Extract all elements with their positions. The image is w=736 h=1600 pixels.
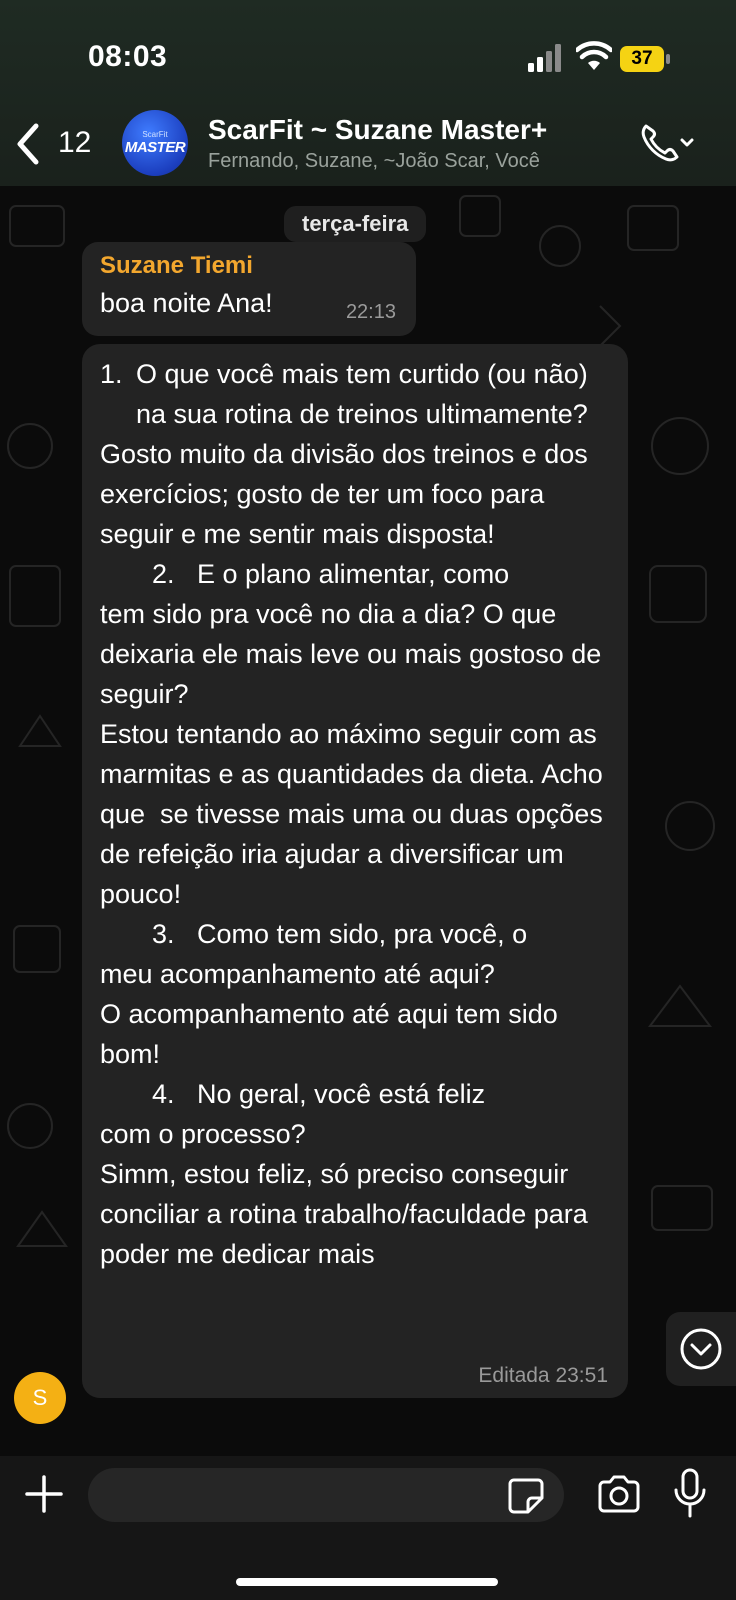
group-members[interactable]: Fernando, Suzane, ~João Scar, Você xyxy=(208,150,540,173)
plus-icon[interactable] xyxy=(24,1474,64,1514)
question-4-rest: com o processo? xyxy=(100,1119,306,1149)
chevron-down-circle-icon xyxy=(680,1328,722,1370)
question-2-rest: tem sido pra você no dia a dia? O que de… xyxy=(100,599,602,709)
sender-name[interactable]: Suzane Tiemi xyxy=(100,252,253,280)
battery-level: 37 xyxy=(631,48,653,69)
scroll-to-bottom-button[interactable] xyxy=(666,1312,736,1386)
home-indicator xyxy=(236,1578,498,1586)
battery-icon: 37 xyxy=(620,46,670,72)
message-text: boa noite Ana! xyxy=(100,288,273,318)
group-name[interactable]: ScarFit ~ Suzane Master+ xyxy=(208,114,547,146)
question-3-rest: meu acompanhamento até aqui? xyxy=(100,959,495,989)
phone-call-icon[interactable] xyxy=(638,120,694,166)
question-3-first-line: 3. Como tem sido, pra você, o xyxy=(152,919,528,949)
date-separator: terça-feira xyxy=(284,206,427,242)
answer-3: O acompanhamento até aqui tem sido bom! xyxy=(100,999,558,1069)
message-text: 1. O que você mais tem curtido (ou não) … xyxy=(100,354,616,1274)
question-1: 1. O que você mais tem curtido (ou não) … xyxy=(100,354,616,434)
question-1-text: O que você mais tem curtido (ou não) na … xyxy=(136,359,588,429)
unread-count[interactable]: 12 xyxy=(58,126,91,160)
group-avatar-subtext: ScarFit xyxy=(142,129,168,139)
group-avatar-text: MASTER xyxy=(124,138,186,156)
input-bar xyxy=(0,1456,736,1600)
message-time: 22:13 xyxy=(345,301,396,323)
chat-area[interactable]: terça-feira Suzane Tiemi boa noite Ana! … xyxy=(0,186,736,1456)
edited-time: Editada 23:51 xyxy=(478,1364,608,1387)
question-4-first-line: 4. No geral, você está feliz xyxy=(152,1079,486,1109)
wifi-icon xyxy=(576,41,612,70)
answer-2: Estou tentando ao máximo seguir com as m… xyxy=(100,719,611,909)
question-2-first-line: 2. E o plano alimentar, como xyxy=(152,559,510,589)
camera-icon[interactable] xyxy=(596,1474,642,1514)
sticker-icon[interactable] xyxy=(506,1476,546,1516)
message-input[interactable] xyxy=(88,1468,564,1522)
group-avatar[interactable]: ScarFit MASTER xyxy=(122,110,188,176)
cellular-signal-icon xyxy=(528,44,561,72)
status-time: 08:03 xyxy=(88,40,168,73)
answer-4: Simm, estou feliz, só preciso conseguir … xyxy=(100,1159,588,1269)
microphone-icon[interactable] xyxy=(672,1468,708,1520)
chat-header: 08:03 37 12 ScarFit MASTER ScarFit ~ Suz… xyxy=(0,0,736,186)
answer-1: Gosto muito da divisão dos treinos e dos… xyxy=(100,439,588,549)
sender-avatar[interactable]: S xyxy=(14,1372,66,1424)
message-bubble[interactable]: Suzane Tiemi boa noite Ana! 22:13 xyxy=(82,242,416,336)
back-chevron-icon[interactable] xyxy=(14,122,42,166)
question-1-number: 1. xyxy=(100,359,123,389)
message-bubble-long[interactable]: 1. O que você mais tem curtido (ou não) … xyxy=(82,344,628,1398)
